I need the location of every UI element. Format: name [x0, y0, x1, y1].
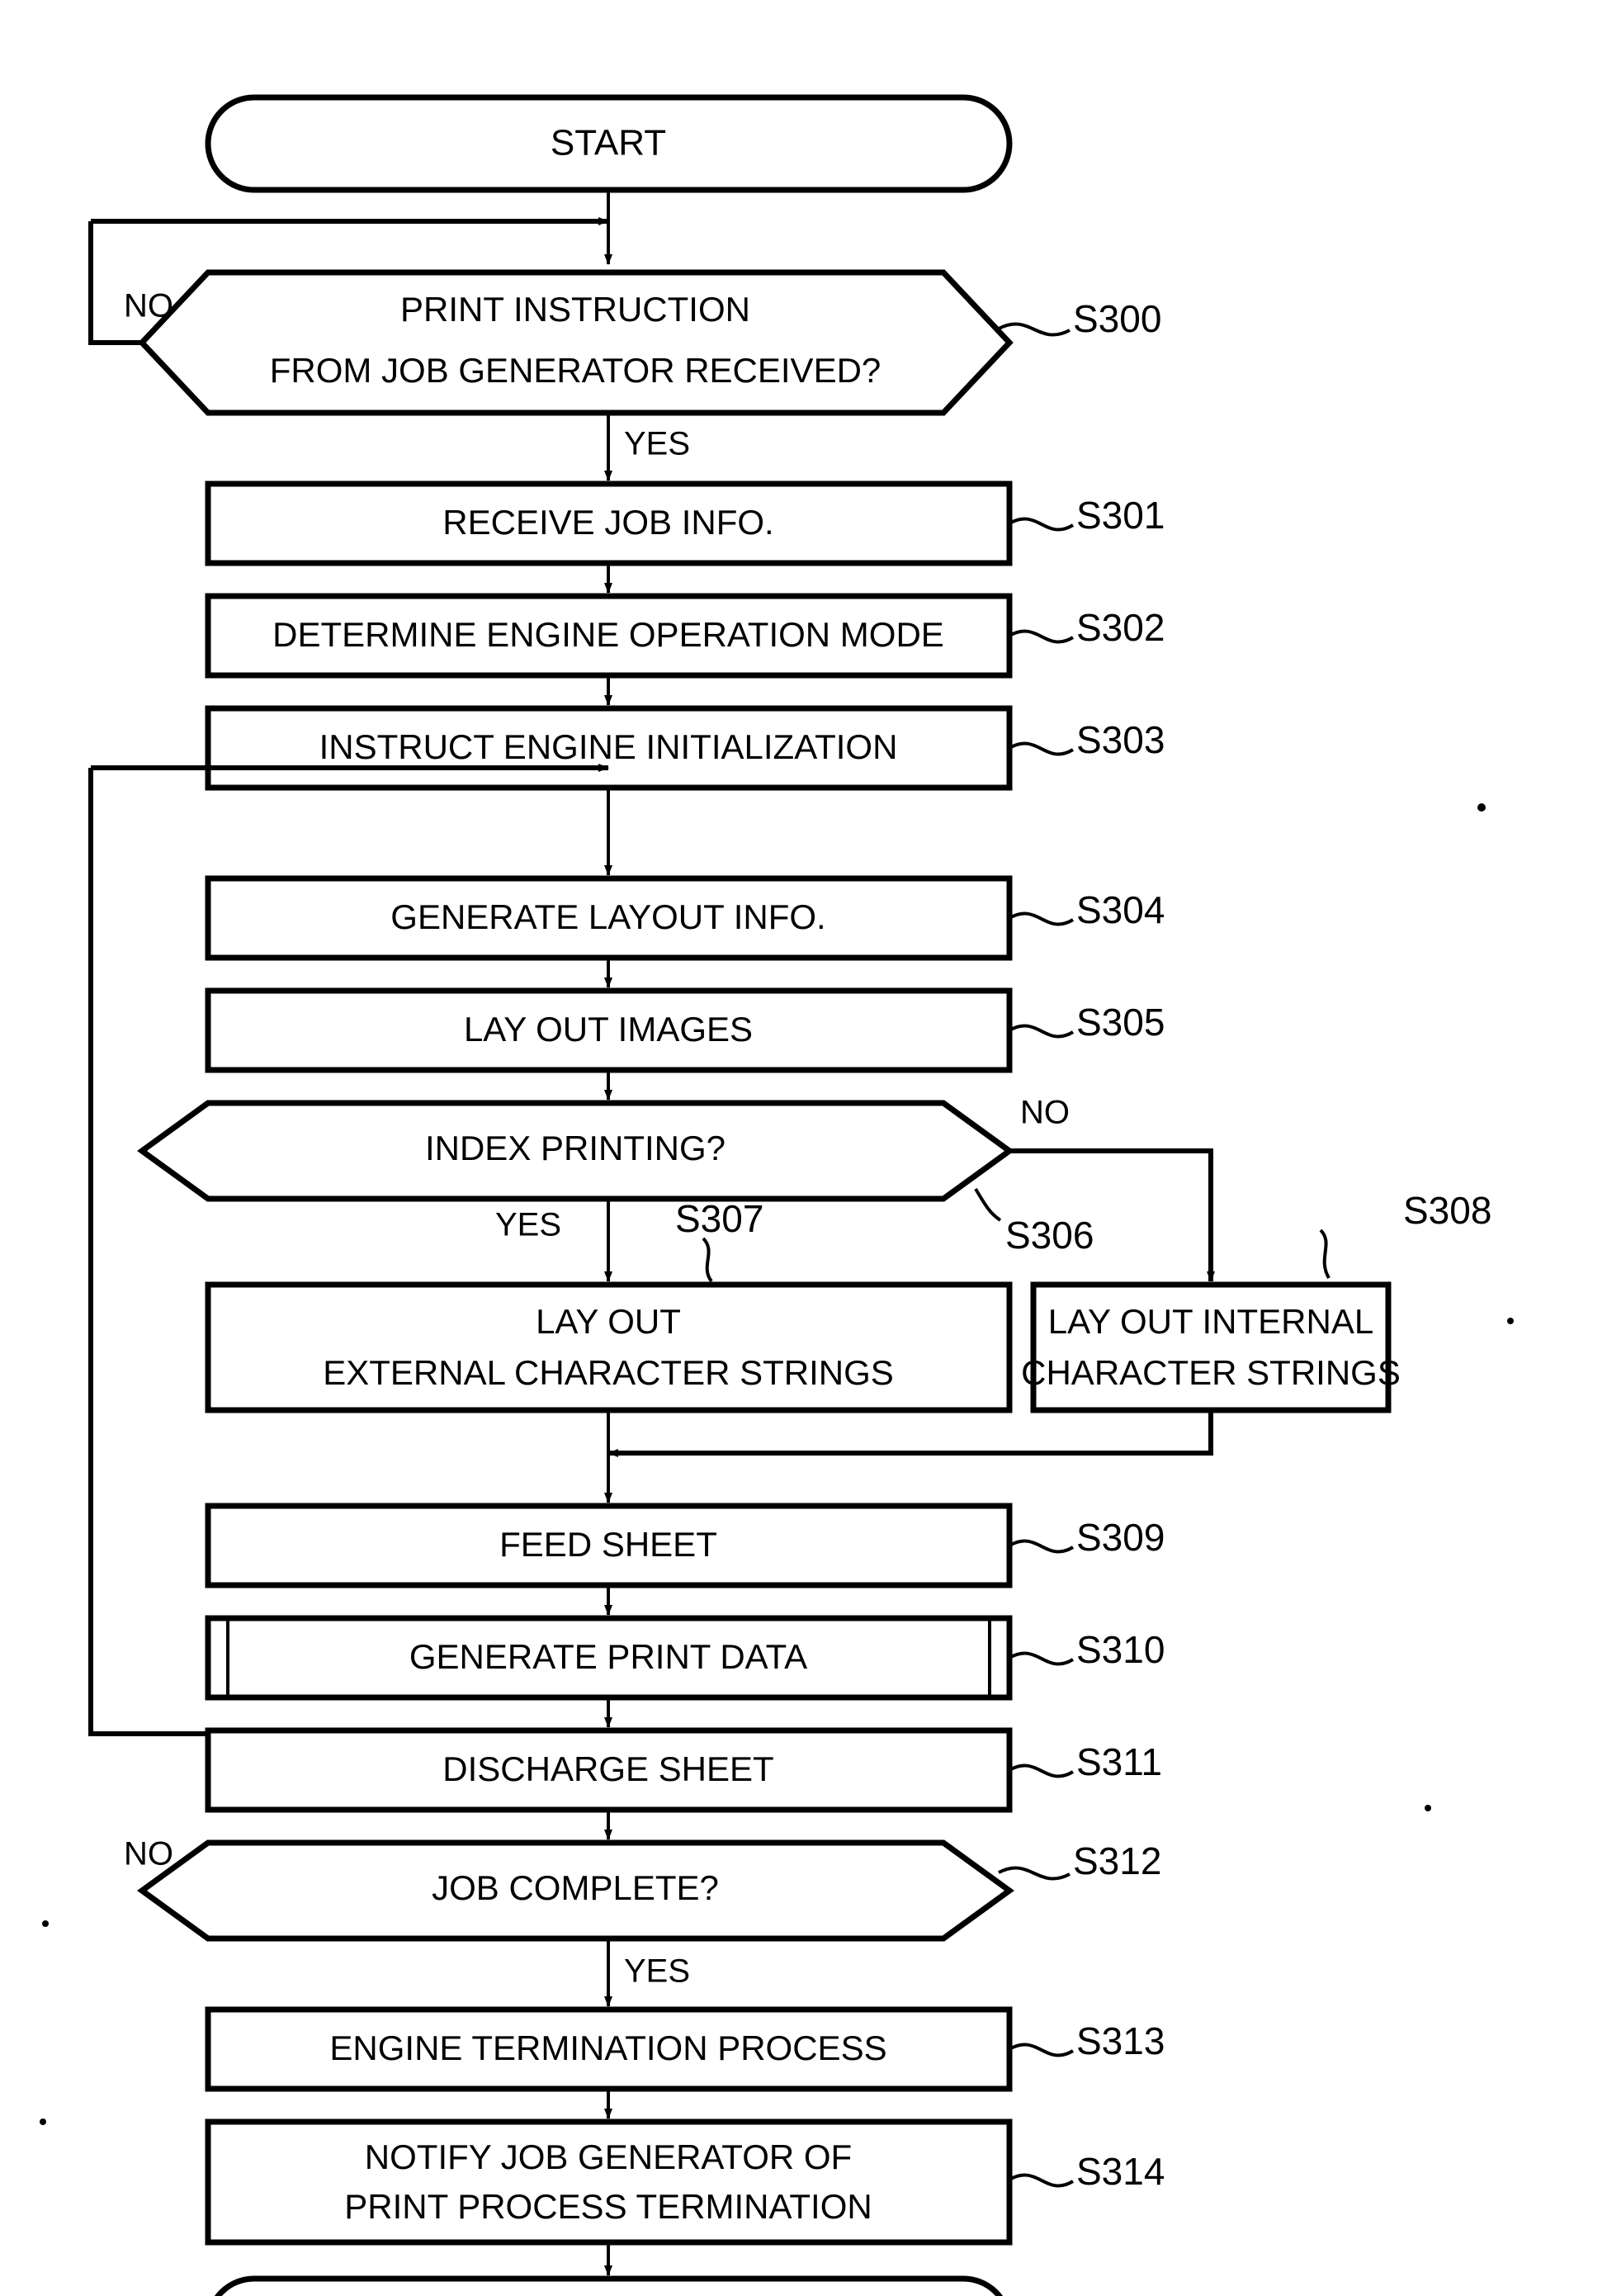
- leader-s302: [1008, 629, 1075, 644]
- process-s307-line1: LAY OUT: [536, 1302, 681, 1341]
- branch-label-s306-yes: YES: [495, 1207, 561, 1243]
- decision-s300: PRINT INSTRUCTION FROM JOB GENERATOR REC…: [138, 269, 1014, 416]
- leader-s306: [974, 1187, 1002, 1222]
- decision-s300-line2: FROM JOB GENERATOR RECEIVED?: [270, 351, 881, 390]
- process-s303: INSTRUCT ENGINE INITIALIZATION: [205, 705, 1013, 791]
- process-s302: DETERMINE ENGINE OPERATION MODE: [205, 593, 1013, 679]
- leader-s301: [1008, 517, 1075, 532]
- leader-s311: [1008, 1763, 1075, 1778]
- step-label-s300: S300: [1073, 297, 1161, 340]
- scan-speck: [1425, 1805, 1431, 1811]
- terminal-end: END: [214, 2275, 1004, 2296]
- leader-s310: [1008, 1651, 1075, 1666]
- process-s314-line2: PRINT PROCESS TERMINATION: [344, 2187, 872, 2226]
- connector-s312-no-path: [88, 768, 216, 1736]
- leader-s304: [1008, 911, 1075, 926]
- terminal-start: START: [205, 94, 1013, 193]
- process-s301: RECEIVE JOB INFO.: [205, 481, 1013, 566]
- predefined-process-s310-line1: GENERATE PRINT DATA: [409, 1637, 807, 1676]
- leader-s300: [998, 322, 1071, 337]
- step-label-s305: S305: [1076, 1001, 1165, 1044]
- terminal-start-label: START: [551, 123, 666, 163]
- flowchart-canvas: START PRINT INSTRUCTION FROM JOB GENERAT…: [40, 94, 1514, 2296]
- scan-speck: [1507, 1318, 1514, 1324]
- leader-s307: [702, 1237, 713, 1283]
- figure-page: START PRINT INSTRUCTION FROM JOB GENERAT…: [0, 0, 1607, 2296]
- process-s309: FEED SHEET: [205, 1503, 1013, 1588]
- leader-s314: [1008, 2173, 1075, 2188]
- process-s304: GENERATE LAYOUT INFO.: [205, 875, 1013, 961]
- branch-label-s312-yes: YES: [624, 1953, 690, 1990]
- process-s311: DISCHARGE SHEET: [205, 1727, 1013, 1813]
- leader-s303: [1008, 741, 1075, 756]
- decision-s300-line1: PRINT INSTRUCTION: [400, 290, 750, 329]
- step-label-s302: S302: [1076, 606, 1165, 649]
- branch-label-s312-no: NO: [124, 1836, 173, 1872]
- process-s305: LAY OUT IMAGES: [205, 987, 1013, 1073]
- process-s305-line1: LAY OUT IMAGES: [464, 1010, 753, 1049]
- scan-speck: [42, 1920, 49, 1927]
- process-s301-line1: RECEIVE JOB INFO.: [442, 503, 773, 542]
- branch-label-s306-no: NO: [1020, 1095, 1070, 1131]
- step-label-s301: S301: [1076, 494, 1165, 537]
- process-s302-line1: DETERMINE ENGINE OPERATION MODE: [272, 615, 944, 654]
- process-s313-line1: ENGINE TERMINATION PROCESS: [329, 2029, 886, 2067]
- process-s307: LAY OUT EXTERNAL CHARACTER STRINGS: [205, 1281, 1013, 1413]
- process-s304-line1: GENERATE LAYOUT INFO.: [390, 897, 825, 936]
- decision-s306: INDEX PRINTING?: [137, 1100, 1014, 1202]
- scan-speck: [40, 2118, 46, 2125]
- process-s307-line2: EXTERNAL CHARACTER STRINGS: [323, 1353, 894, 1392]
- step-label-s306: S306: [1005, 1214, 1094, 1257]
- process-s311-line1: DISCHARGE SHEET: [442, 1749, 773, 1788]
- connector-s308-merge: [607, 1410, 1213, 1457]
- process-s313: ENGINE TERMINATION PROCESS: [205, 2006, 1013, 2092]
- predefined-process-s310: GENERATE PRINT DATA: [205, 1615, 1013, 1701]
- leader-s313: [1008, 2043, 1075, 2057]
- leader-s308: [1319, 1228, 1331, 1280]
- step-label-s308: S308: [1403, 1189, 1491, 1232]
- step-label-s311: S311: [1076, 1740, 1162, 1783]
- process-s314: NOTIFY JOB GENERATOR OF PRINT PROCESS TE…: [205, 2118, 1013, 2246]
- leader-s312: [998, 1866, 1071, 1881]
- process-s303-line1: INSTRUCT ENGINE INITIALIZATION: [319, 727, 898, 766]
- decision-s306-line1: INDEX PRINTING?: [425, 1129, 726, 1167]
- process-s314-line1: NOTIFY JOB GENERATOR OF: [365, 2137, 852, 2176]
- process-s309-line1: FEED SHEET: [499, 1525, 717, 1564]
- step-label-s303: S303: [1076, 718, 1165, 761]
- decision-s312: JOB COMPLETE?: [137, 1839, 1014, 1942]
- leader-s305: [1008, 1024, 1075, 1039]
- step-label-s307: S307: [675, 1197, 763, 1240]
- process-s308-line2: CHARACTER STRINGS: [1021, 1353, 1401, 1392]
- scan-speck: [1477, 803, 1486, 812]
- step-label-s309: S309: [1076, 1516, 1165, 1559]
- step-label-s312: S312: [1073, 1839, 1161, 1882]
- process-s308-line1: LAY OUT INTERNAL: [1048, 1302, 1373, 1341]
- step-label-s314: S314: [1076, 2150, 1165, 2193]
- branch-label-s300-yes: YES: [624, 426, 690, 462]
- step-label-s313: S313: [1076, 2019, 1165, 2062]
- branch-label-s300-no: NO: [124, 288, 173, 324]
- step-label-s310: S310: [1076, 1628, 1165, 1671]
- leader-s309: [1008, 1539, 1075, 1554]
- process-s308: LAY OUT INTERNAL CHARACTER STRINGS: [1021, 1281, 1401, 1413]
- step-label-s304: S304: [1076, 888, 1165, 931]
- decision-s312-line1: JOB COMPLETE?: [432, 1868, 719, 1907]
